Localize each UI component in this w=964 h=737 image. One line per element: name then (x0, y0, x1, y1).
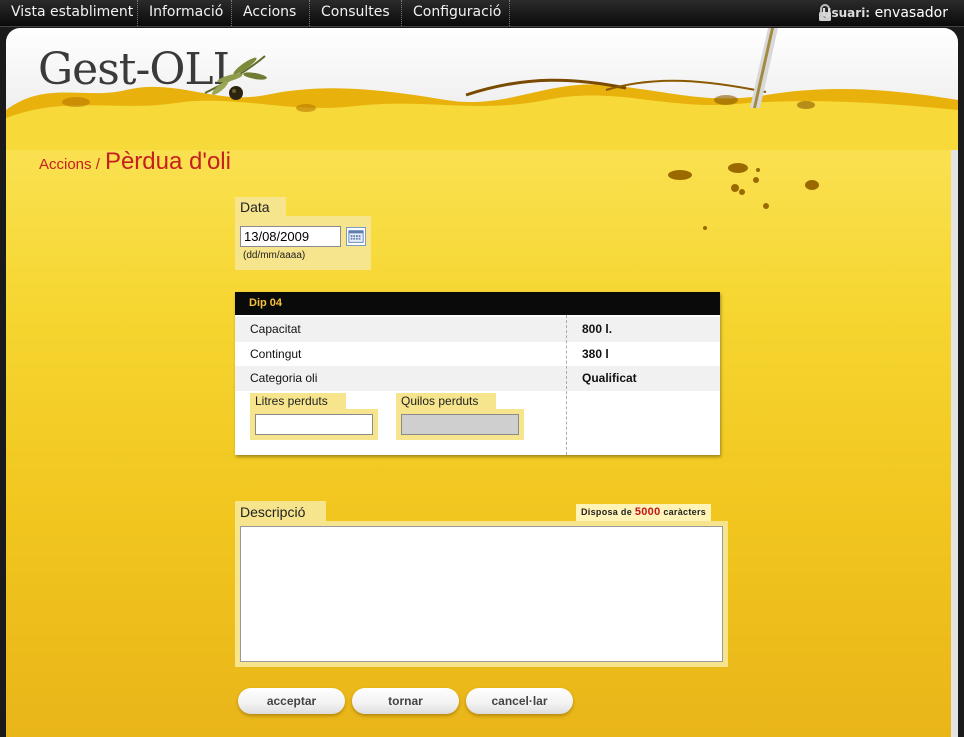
nav-configuracio[interactable]: Configuració (413, 0, 501, 26)
tank-row-value: 380 l (582, 347, 609, 361)
nav-separator (509, 0, 510, 26)
tank-row-value: 800 l. (582, 322, 613, 336)
kilos-lost-input (401, 414, 519, 435)
char-counter-suffix: caràcters (663, 507, 707, 517)
nav-consultes[interactable]: Consultes (321, 0, 390, 26)
top-navigation-bar: Vista establiment Informació Accions Con… (0, 0, 964, 27)
nav-separator (231, 0, 232, 26)
nav-vista-establiment[interactable]: Vista establiment (11, 0, 133, 26)
tank-row-value: Qualificat (582, 371, 637, 385)
tank-row-category: Categoria oli Qualificat (235, 366, 720, 391)
tank-row-label: Contingut (250, 347, 302, 361)
description-textarea[interactable] (240, 526, 723, 662)
olive-branch-icon (204, 55, 267, 100)
tank-row-label: Categoria oli (250, 371, 318, 385)
tank-name: Dip 04 (235, 292, 720, 315)
page-title: Pèrdua d'oli (104, 148, 231, 175)
cancel-button[interactable]: cancel·lar (466, 688, 573, 714)
liters-lost-input[interactable] (255, 414, 373, 435)
nav-accions[interactable]: Accions (243, 0, 296, 26)
kilos-lost-label: Quilos perduts (396, 393, 496, 409)
accept-button[interactable]: acceptar (238, 688, 345, 714)
char-counter-count: 5000 (634, 506, 661, 518)
user-indicator: Usuari: envasador (822, 0, 948, 26)
tank-row-content: Contingut 380 l (235, 342, 720, 367)
date-label: Data (235, 197, 286, 217)
date-format-hint: (dd/mm/aaaa) (243, 250, 306, 261)
date-input[interactable] (240, 226, 341, 247)
user-name[interactable]: envasador (875, 5, 948, 21)
nav-separator (309, 0, 310, 26)
back-button[interactable]: tornar (352, 688, 459, 714)
description-label: Descripció (235, 501, 326, 522)
liters-lost-label: Litres perduts (250, 393, 346, 409)
nav-informacio[interactable]: Informació (149, 0, 223, 26)
breadcrumb: Accions / Pèrdua d'oli (39, 148, 231, 176)
oil-stream-decoration (750, 28, 778, 108)
nav-separator (137, 0, 138, 26)
oil-droplets-decoration (668, 163, 819, 230)
nav-separator (401, 0, 402, 26)
panel-divider (566, 315, 567, 455)
tank-row-capacity: Capacitat 800 l. (235, 317, 720, 342)
char-counter: Disposa de 5000 caràcters (576, 504, 712, 521)
char-counter-prefix: Disposa de (581, 507, 633, 517)
breadcrumb-parent[interactable]: Accions / (39, 156, 100, 173)
user-label: Usuari: (821, 6, 871, 20)
calendar-icon[interactable] (346, 227, 366, 246)
tank-row-label: Capacitat (250, 322, 301, 336)
